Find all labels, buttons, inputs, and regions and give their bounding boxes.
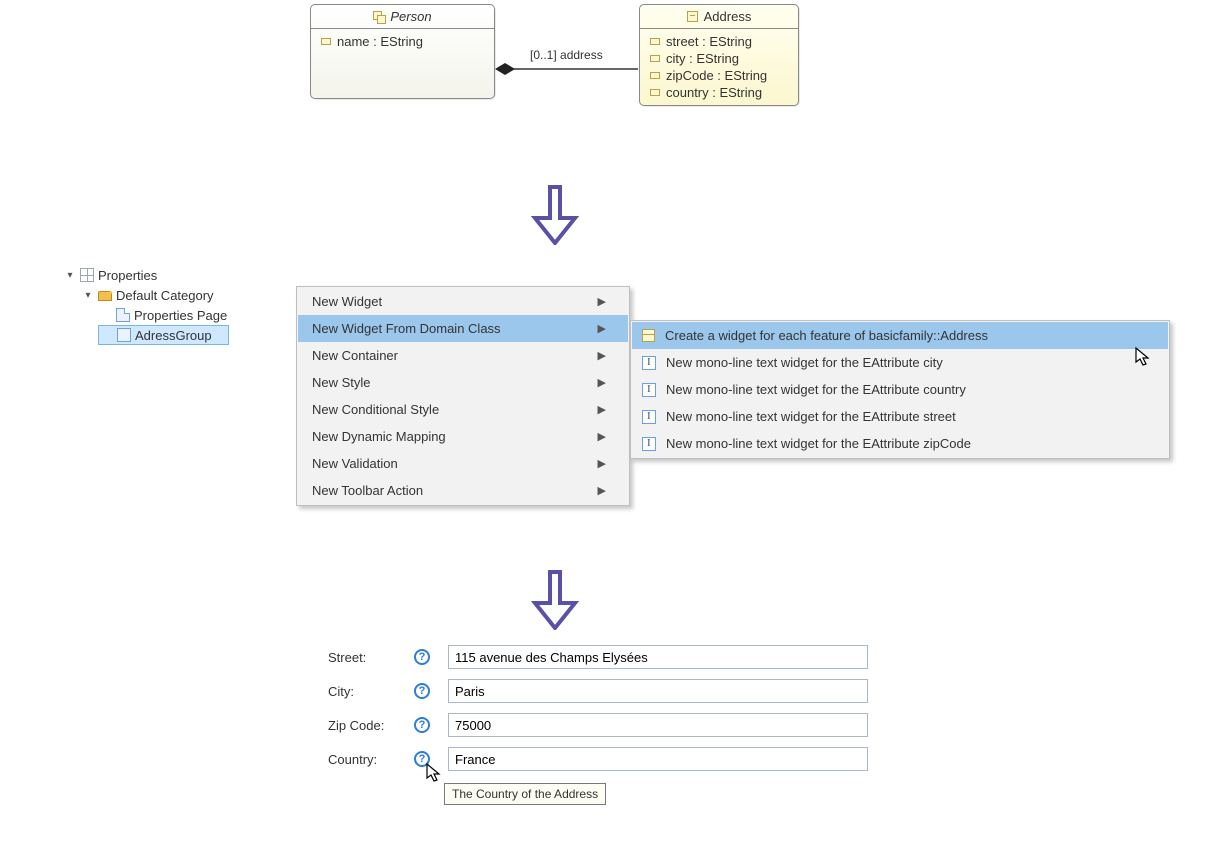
tree-item-properties-page[interactable]: Properties Page <box>98 305 229 325</box>
class-icon <box>687 11 698 22</box>
uml-attr-zipcode: zipCode : EString <box>650 67 788 84</box>
uml-diagram: Person name : EString Address street : E… <box>0 4 1208 174</box>
tree-item-label: Properties Page <box>134 308 227 323</box>
chevron-right-icon: ▶ <box>598 295 606 308</box>
uml-class-address-title: Address <box>704 9 752 24</box>
group-icon <box>117 328 131 342</box>
tree-item-adressgroup[interactable]: AdressGroup <box>98 325 229 345</box>
classifier-icon <box>373 11 384 22</box>
input-country[interactable] <box>448 747 868 771</box>
chevron-right-icon: ▶ <box>598 403 606 416</box>
text-widget-icon <box>642 356 656 370</box>
text-widget-icon <box>642 383 656 397</box>
input-zip[interactable] <box>448 713 868 737</box>
tooltip-country: The Country of the Address <box>444 783 606 805</box>
help-icon[interactable]: ? <box>414 751 430 767</box>
page-icon <box>116 308 130 322</box>
twisty-icon[interactable] <box>64 269 76 281</box>
menu-item-new-style[interactable]: New Style▶ <box>298 369 628 396</box>
uml-class-person-title: Person <box>390 9 431 24</box>
submenu-item-text-city[interactable]: New mono-line text widget for the EAttri… <box>632 349 1168 376</box>
submenu-item-text-country[interactable]: New mono-line text widget for the EAttri… <box>632 376 1168 403</box>
menu-item-new-conditional-style[interactable]: New Conditional Style▶ <box>298 396 628 423</box>
folder-icon <box>98 291 112 301</box>
tree-item-properties[interactable]: Properties <box>62 265 229 285</box>
menu-item-new-container[interactable]: New Container▶ <box>298 342 628 369</box>
menu-item-new-toolbar-action[interactable]: New Toolbar Action▶ <box>298 477 628 504</box>
text-widget-icon <box>642 410 656 424</box>
attribute-icon <box>650 89 660 96</box>
uml-class-address[interactable]: Address street : EString city : EString … <box>639 4 799 106</box>
tree-context-area: Properties Default Category Properties P… <box>0 265 1208 565</box>
chevron-right-icon: ▶ <box>598 376 606 389</box>
association-label: [0..1] address <box>530 48 603 62</box>
chevron-right-icon: ▶ <box>598 484 606 497</box>
properties-form: Street: ? City: ? Zip Code: ? Country: ?… <box>328 645 868 781</box>
tree-item-label: Properties <box>98 268 157 283</box>
uml-class-person-body: name : EString <box>311 29 494 98</box>
uml-attr-country: country : EString <box>650 84 788 101</box>
label-city: City: <box>328 684 414 699</box>
chevron-right-icon: ▶ <box>598 457 606 470</box>
chevron-right-icon: ▶ <box>598 349 606 362</box>
input-city[interactable] <box>448 679 868 703</box>
menu-item-new-widget[interactable]: New Widget▶ <box>298 288 628 315</box>
menu-item-new-validation[interactable]: New Validation▶ <box>298 450 628 477</box>
attribute-icon <box>650 38 660 45</box>
uml-class-person[interactable]: Person name : EString <box>310 4 495 99</box>
submenu-item-text-street[interactable]: New mono-line text widget for the EAttri… <box>632 403 1168 430</box>
uml-attr-city: city : EString <box>650 50 788 67</box>
attribute-icon <box>650 72 660 79</box>
help-icon[interactable]: ? <box>414 683 430 699</box>
label-street: Street: <box>328 650 414 665</box>
tree-item-label: AdressGroup <box>135 328 212 343</box>
form-row-zip: Zip Code: ? <box>328 713 868 737</box>
submenu-item-create-all-features[interactable]: Create a widget for each feature of basi… <box>632 322 1168 349</box>
association-line <box>495 59 640 79</box>
chevron-right-icon: ▶ <box>598 430 606 443</box>
attribute-icon <box>650 55 660 62</box>
uml-attr-name: name : EString <box>321 33 484 50</box>
menu-item-new-widget-from-domain-class[interactable]: New Widget From Domain Class▶ <box>298 315 628 342</box>
uml-class-address-title-row: Address <box>640 5 798 29</box>
down-arrow-icon <box>530 185 580 245</box>
input-street[interactable] <box>448 645 868 669</box>
tree-view[interactable]: Properties Default Category Properties P… <box>62 265 229 345</box>
label-country: Country: <box>328 752 414 767</box>
uml-class-address-body: street : EString city : EString zipCode … <box>640 29 798 105</box>
properties-icon <box>80 268 94 282</box>
chevron-right-icon: ▶ <box>598 322 606 335</box>
class-icon <box>642 329 655 342</box>
twisty-icon[interactable] <box>82 289 94 301</box>
tree-item-label: Default Category <box>116 288 214 303</box>
submenu-item-text-zipcode[interactable]: New mono-line text widget for the EAttri… <box>632 430 1168 457</box>
uml-attr-street: street : EString <box>650 33 788 50</box>
form-row-city: City: ? <box>328 679 868 703</box>
tree-item-default-category[interactable]: Default Category <box>80 285 229 305</box>
label-zip: Zip Code: <box>328 718 414 733</box>
text-widget-icon <box>642 437 656 451</box>
help-icon[interactable]: ? <box>414 649 430 665</box>
help-icon[interactable]: ? <box>414 717 430 733</box>
uml-class-person-title-row: Person <box>311 5 494 29</box>
down-arrow-icon <box>530 570 580 630</box>
form-row-country: Country: ? <box>328 747 868 771</box>
form-row-street: Street: ? <box>328 645 868 669</box>
attribute-icon <box>321 38 331 45</box>
context-submenu[interactable]: Create a widget for each feature of basi… <box>630 320 1170 459</box>
context-menu[interactable]: New Widget▶ New Widget From Domain Class… <box>296 286 630 506</box>
menu-item-new-dynamic-mapping[interactable]: New Dynamic Mapping▶ <box>298 423 628 450</box>
